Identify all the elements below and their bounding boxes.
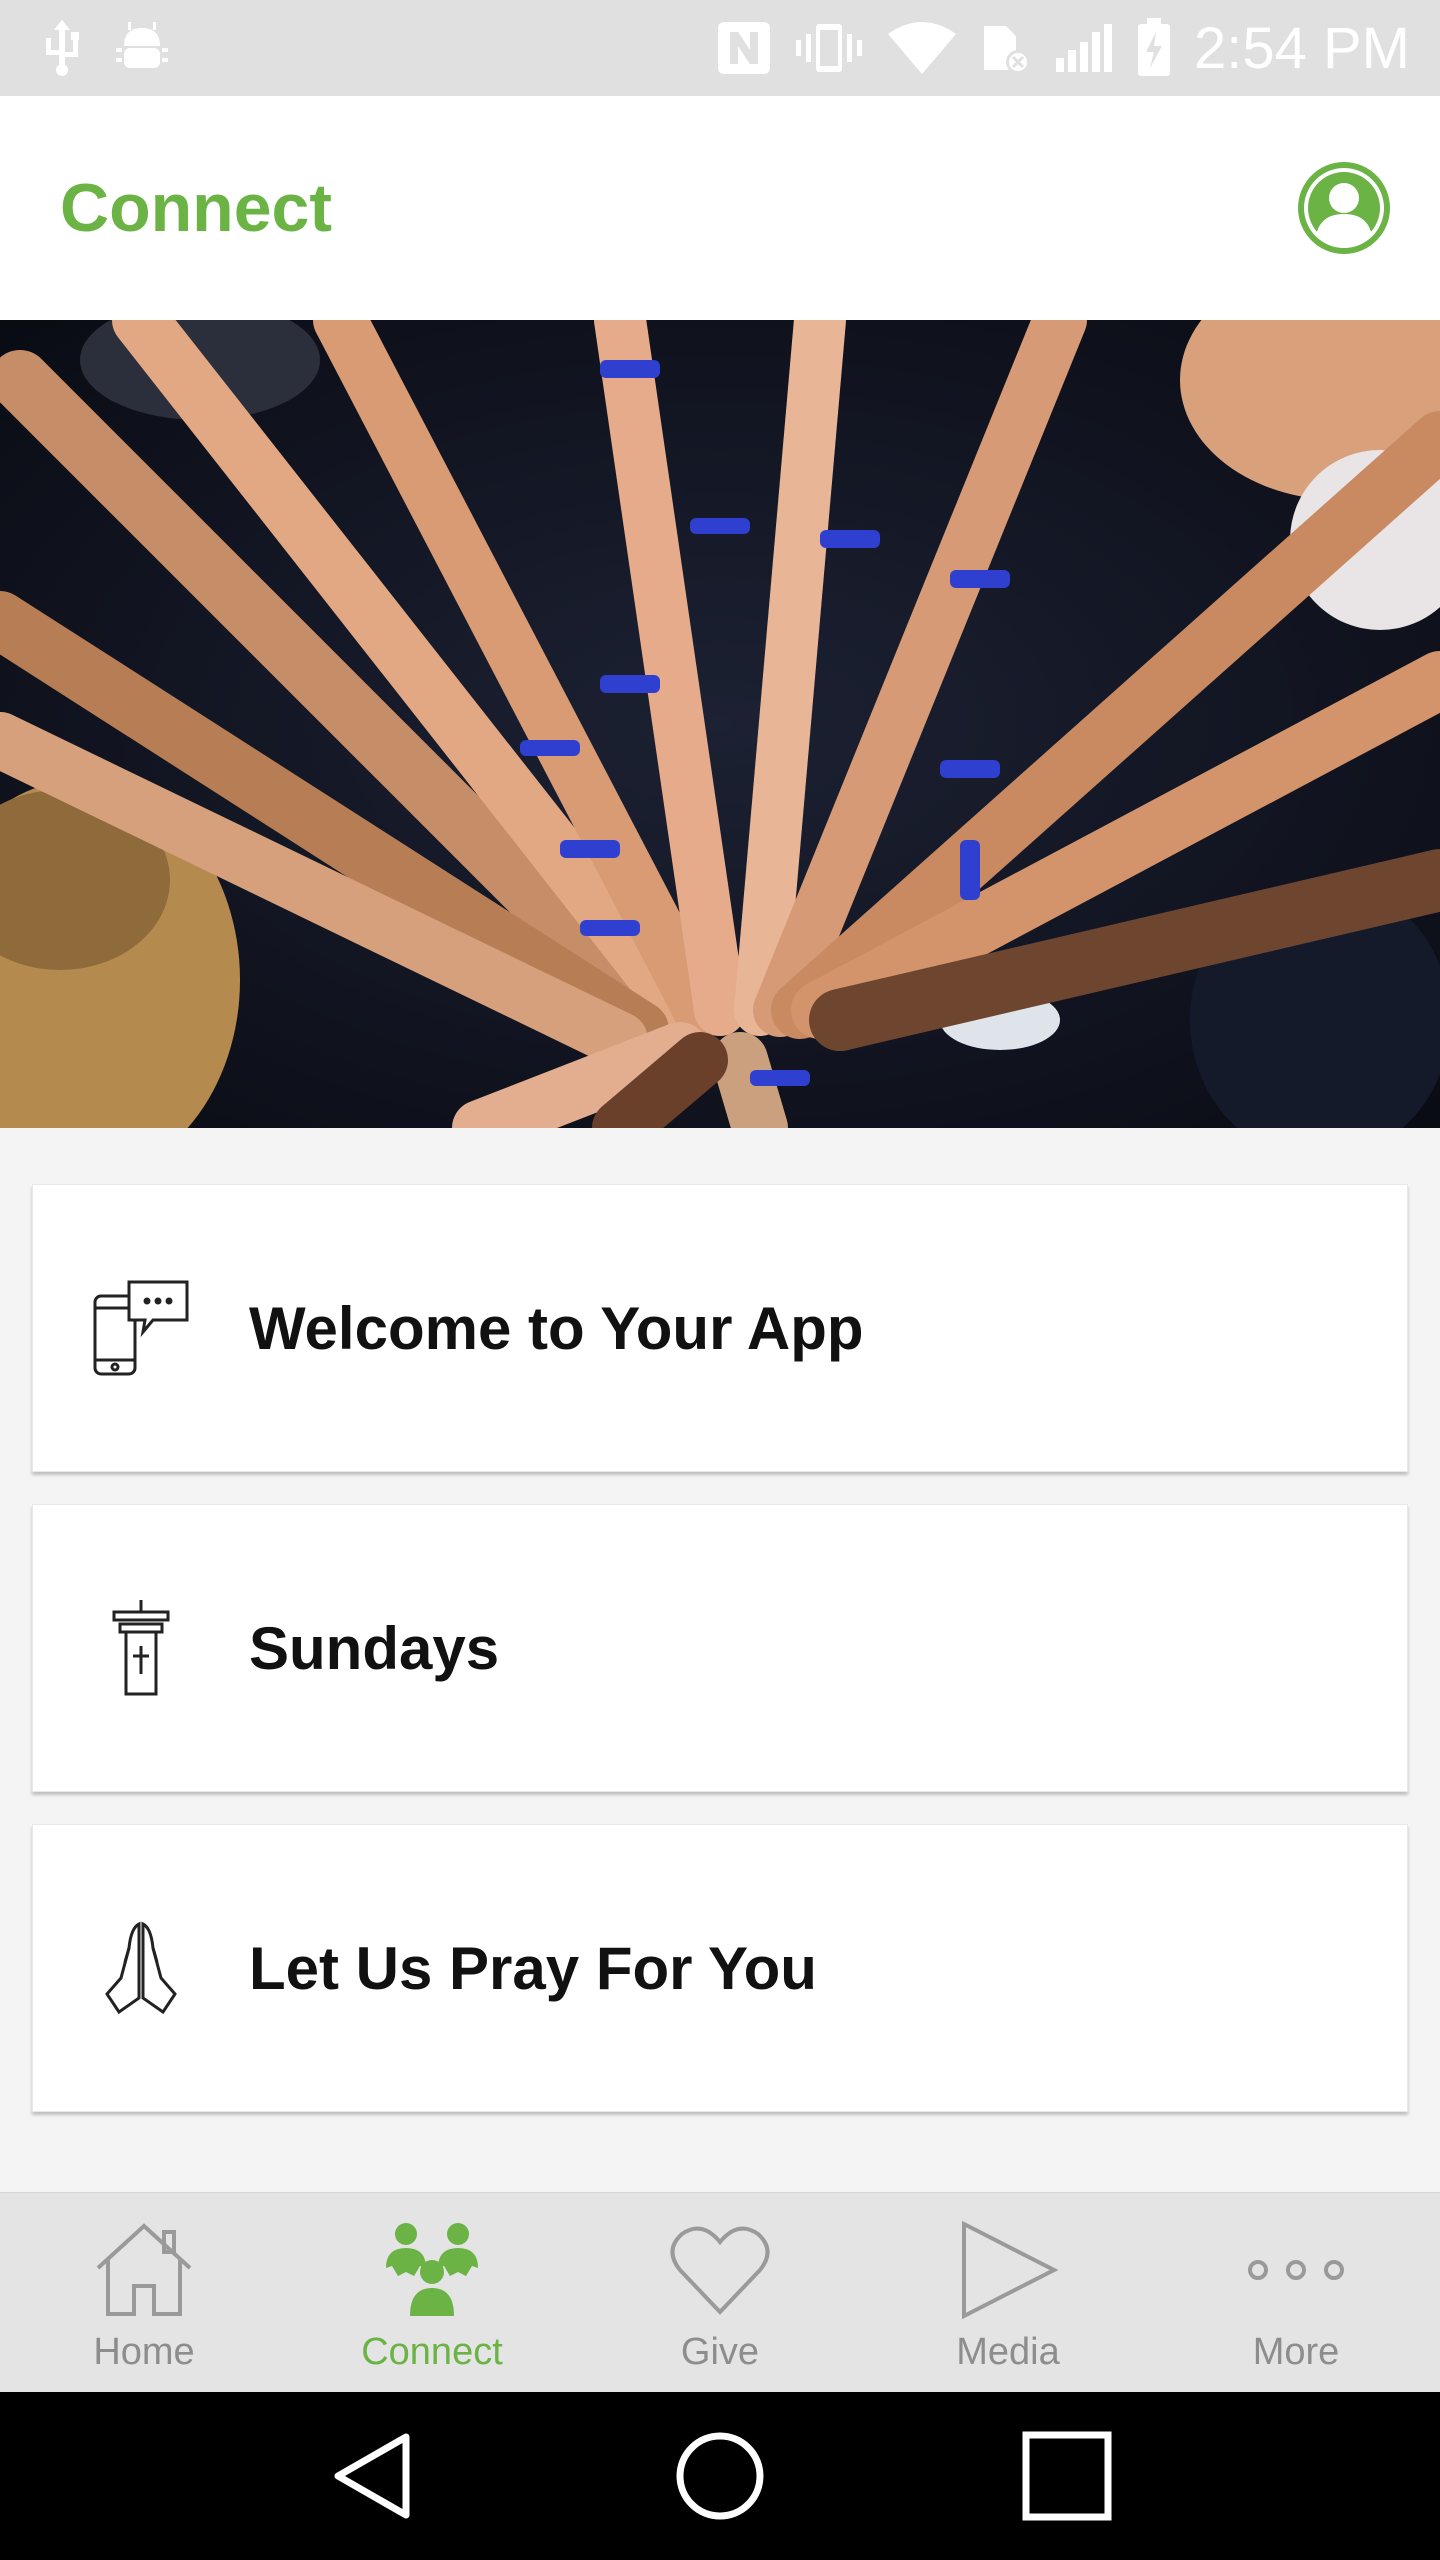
nav-item-give[interactable]: Give	[576, 2193, 864, 2392]
usb-icon	[46, 20, 79, 76]
group-icon	[380, 2215, 484, 2325]
card-label: Sundays	[249, 1614, 500, 1682]
status-right: 2:54 PM	[716, 15, 1410, 82]
back-icon[interactable]	[328, 2431, 418, 2521]
recents-icon[interactable]	[1022, 2431, 1112, 2521]
nav-item-home[interactable]: Home	[0, 2193, 288, 2392]
hero-image	[0, 320, 1440, 1128]
status-left	[40, 20, 170, 76]
user-avatar-icon[interactable]	[1298, 162, 1390, 254]
phone-chat-icon	[33, 1184, 249, 1472]
home-circle-icon[interactable]	[675, 2431, 765, 2521]
pulpit-icon	[33, 1504, 249, 1792]
wifi-icon	[888, 22, 956, 74]
card-prayer[interactable]: Let Us Pray For You	[32, 1824, 1408, 2112]
heart-icon	[670, 2215, 770, 2325]
nav-item-connect[interactable]: Connect	[288, 2193, 576, 2392]
nav-label: Media	[956, 2331, 1060, 2373]
user-silhouette-icon	[1304, 168, 1384, 248]
nfc-icon	[718, 22, 770, 74]
card-welcome[interactable]: Welcome to Your App	[32, 1184, 1408, 1472]
sim-icon	[984, 26, 1030, 74]
nav-label: Give	[680, 2331, 760, 2373]
system-nav-bar	[0, 2392, 1440, 2560]
status-time: 2:54 PM	[1194, 15, 1410, 81]
vibrate-icon	[796, 24, 862, 72]
nav-item-media[interactable]: Media	[864, 2193, 1152, 2392]
nav-label: Home	[93, 2331, 195, 2373]
status-bar: 2:54 PM	[0, 0, 1440, 96]
nav-label: Connect	[361, 2331, 503, 2373]
signal-icon	[1056, 24, 1112, 72]
app-bar: Connect	[0, 96, 1440, 320]
android-debug-icon	[116, 22, 168, 68]
praying-hands-icon	[33, 1824, 249, 2112]
play-icon	[958, 2215, 1058, 2325]
hands-together-photo	[0, 320, 1440, 1128]
nav-item-more[interactable]: More	[1152, 2193, 1440, 2392]
card-label: Welcome to Your App	[249, 1294, 864, 1362]
card-sundays[interactable]: Sundays	[32, 1504, 1408, 1792]
home-icon	[92, 2215, 196, 2325]
nav-label: More	[1252, 2331, 1340, 2373]
bottom-nav: Home Connect Give Media More	[0, 2192, 1440, 2392]
card-label: Let Us Pray For You	[249, 1934, 817, 2002]
more-dots-icon	[1244, 2215, 1348, 2325]
page-title: Connect	[60, 170, 332, 246]
card-list: Welcome to Your App Sundays Let Us Pray …	[32, 1184, 1408, 2144]
battery-charging-icon	[1138, 18, 1170, 76]
